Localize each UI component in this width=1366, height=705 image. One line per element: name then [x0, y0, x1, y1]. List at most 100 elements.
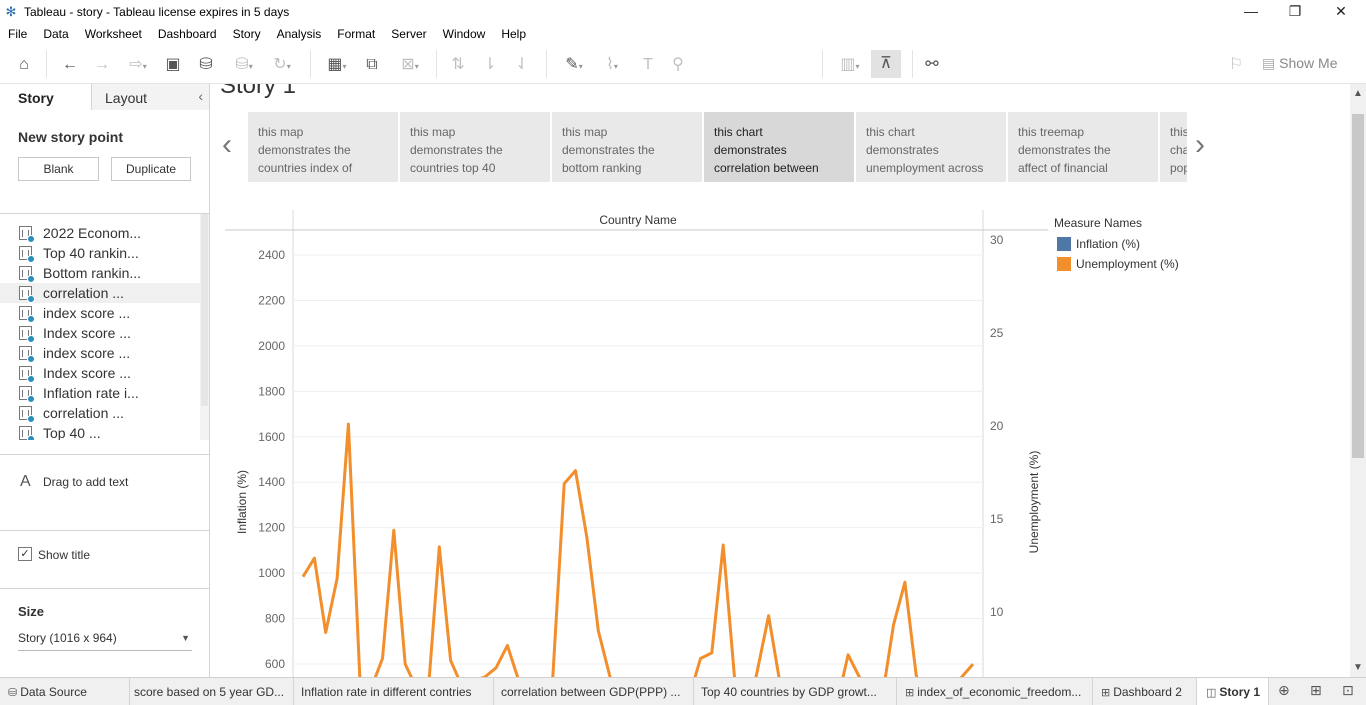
save-icon[interactable]: ▣	[162, 54, 184, 76]
new-story-tab-icon[interactable]: ⊡	[1342, 682, 1354, 699]
story-point-caption[interactable]: this chart demonstrates correlation betwee…	[704, 112, 854, 182]
sheet-tab[interactable]: Top 40 countries by GDP growt...	[694, 678, 897, 705]
scroll-down-icon[interactable]: ▼	[1353, 662, 1363, 673]
replay-icon[interactable]: ⇨▾	[120, 54, 156, 76]
menu-help[interactable]: Help	[501, 27, 526, 41]
sheet-item-selected[interactable]: correlation ...	[0, 283, 209, 303]
menu-server[interactable]: Server	[391, 27, 426, 41]
new-worksheet-icon[interactable]: ▦▾	[318, 54, 356, 76]
story-point-caption[interactable]: this map demonstrates the bottom ranking	[552, 112, 702, 182]
story-point-caption[interactable]: this cha pop	[1160, 112, 1187, 182]
new-data-source-icon[interactable]: ⛁	[194, 54, 218, 76]
sheet-item[interactable]: Inflation rate i...	[0, 383, 209, 403]
caption-line: demonstrates the	[258, 143, 351, 157]
tab-story[interactable]: Story	[0, 84, 92, 110]
y-tick-label: 1200	[258, 521, 285, 535]
close-button[interactable]: ✕	[1318, 0, 1364, 24]
show-title-checkbox[interactable]: ✓	[18, 547, 32, 561]
show-title-option: ✓ Show title	[0, 530, 209, 588]
group-members-icon[interactable]: ⌇▾	[594, 54, 630, 76]
text-object[interactable]: A Drag to add text	[0, 454, 209, 530]
caption-line: this map	[410, 125, 456, 139]
undo-icon[interactable]: ←	[58, 54, 82, 76]
refresh-icon[interactable]: ↻▾	[264, 54, 300, 76]
sheet-item[interactable]: Bottom rankin...	[0, 263, 209, 283]
dashboard-tab[interactable]: ⊞ index_of_economic_freedom...	[897, 678, 1093, 705]
presentation-mode-button[interactable]: ⊼	[871, 50, 901, 78]
sheet-item[interactable]: Top 40 rankin...	[0, 243, 209, 263]
sheet-item[interactable]: Index score ...	[0, 323, 209, 343]
restore-button[interactable]: ❐	[1272, 0, 1318, 24]
blank-button[interactable]: Blank	[18, 157, 99, 181]
sheet-item[interactable]: Index score ...	[0, 363, 209, 383]
scroll-up-icon[interactable]: ▲	[1353, 88, 1363, 99]
show-cards-icon[interactable]: ▥▾	[832, 54, 868, 76]
sheet-tab[interactable]: correlation between GDP(PPP) ...	[494, 678, 694, 705]
tab-data-source[interactable]: ⛁ Data Source	[0, 678, 130, 705]
menu-data[interactable]: Data	[43, 27, 68, 41]
sheet-tab[interactable]: score based on 5 year GD...	[130, 678, 294, 705]
clear-sheet-icon[interactable]: ⊠▾	[392, 54, 428, 76]
share-icon[interactable]: ⚯	[920, 54, 944, 76]
highlight-icon[interactable]: ✎▾	[556, 54, 592, 76]
story-point-caption[interactable]: this chart demonstrates unemployment acros…	[856, 112, 1006, 182]
dashboard-tab[interactable]: ⊞ Dashboard 2	[1093, 678, 1197, 705]
sheets-scrollbar[interactable]	[200, 214, 209, 440]
menu-format[interactable]: Format	[337, 27, 375, 41]
sheet-tab[interactable]: Inflation rate in different contries	[294, 678, 494, 705]
sheet-item[interactable]: 2022 Econom...	[0, 223, 209, 243]
duplicate-sheet-icon[interactable]: ⧉	[360, 54, 384, 76]
story-point-caption[interactable]: this treemap demonstrates the affect of fi…	[1008, 112, 1158, 182]
worksheet-icon	[19, 346, 35, 363]
window-title: Tableau - story - Tableau license expire…	[24, 5, 290, 19]
menu-file[interactable]: File	[8, 27, 27, 41]
sort-ascending-icon[interactable]: ⇂	[478, 54, 502, 76]
sort-descending-icon[interactable]: ⇃	[510, 54, 534, 76]
y-tick-label: 2200	[258, 293, 285, 307]
drag-text-label: Drag to add text	[43, 475, 129, 489]
vertical-scroll-thumb[interactable]	[1352, 114, 1364, 458]
previous-story-point-icon[interactable]: ‹	[222, 128, 232, 162]
size-dropdown[interactable]: Story (1016 x 964) ▼	[18, 627, 192, 651]
sheet-item[interactable]: index score ...	[0, 343, 209, 363]
collapse-pane-icon[interactable]: ‹	[198, 88, 203, 104]
fix-axes-icon[interactable]: ⚲	[666, 54, 690, 76]
show-mark-labels-icon[interactable]: T	[636, 54, 660, 76]
sheets-scroll-thumb[interactable]	[201, 214, 208, 406]
legend-swatch	[1057, 257, 1071, 271]
menu-dashboard[interactable]: Dashboard	[158, 27, 217, 41]
menu-worksheet[interactable]: Worksheet	[85, 27, 142, 41]
new-dashboard-tab-icon[interactable]: ⊞	[1310, 682, 1322, 699]
caption-line: demonstrates the	[410, 143, 503, 157]
next-story-point-icon[interactable]: ›	[1195, 128, 1205, 162]
menu-analysis[interactable]: Analysis	[277, 27, 322, 41]
story-tab-selected[interactable]: ◫ Story 1	[1197, 678, 1269, 705]
story-title: Story 1	[220, 84, 297, 99]
duplicate-button[interactable]: Duplicate	[111, 157, 191, 181]
menu-window[interactable]: Window	[443, 27, 486, 41]
new-worksheet-tab-icon[interactable]: ⊕	[1278, 682, 1290, 699]
sheet-item[interactable]: correlation ...	[0, 403, 209, 423]
legend-item[interactable]: Inflation (%)	[1054, 234, 1234, 254]
story-navigator: this map demonstrates the countries index …	[248, 112, 1187, 182]
minimize-button[interactable]: —	[1228, 0, 1274, 24]
caption-line: this map	[562, 125, 608, 139]
legend-item[interactable]: Unemployment (%)	[1054, 254, 1234, 274]
sheet-item[interactable]: Top 40 ...	[0, 423, 209, 440]
redo-icon[interactable]: →	[90, 54, 114, 76]
worksheet-icon	[19, 266, 35, 283]
pin-icon[interactable]: ⚐	[1224, 54, 1248, 76]
swap-axes-icon[interactable]: ⇅	[446, 54, 470, 76]
size-title: Size	[18, 604, 45, 619]
pause-updates-icon[interactable]: ⛁▾	[226, 54, 262, 76]
home-icon[interactable]: ⌂	[12, 54, 36, 76]
tab-layout[interactable]: Layout ‹	[92, 84, 209, 110]
story-point-caption[interactable]: this map demonstrates the countries index …	[248, 112, 398, 182]
caption-line: demonstrates	[866, 143, 939, 157]
y-tick-label: 1800	[258, 384, 285, 398]
story-point-caption[interactable]: this map demonstrates the countries top 40	[400, 112, 550, 182]
menu-story[interactable]: Story	[233, 27, 261, 41]
sheet-item[interactable]: index score ...	[0, 303, 209, 323]
show-me-button[interactable]: ▤ Show Me	[1262, 55, 1337, 72]
vertical-scrollbar[interactable]: ▲ ▼	[1350, 84, 1366, 677]
